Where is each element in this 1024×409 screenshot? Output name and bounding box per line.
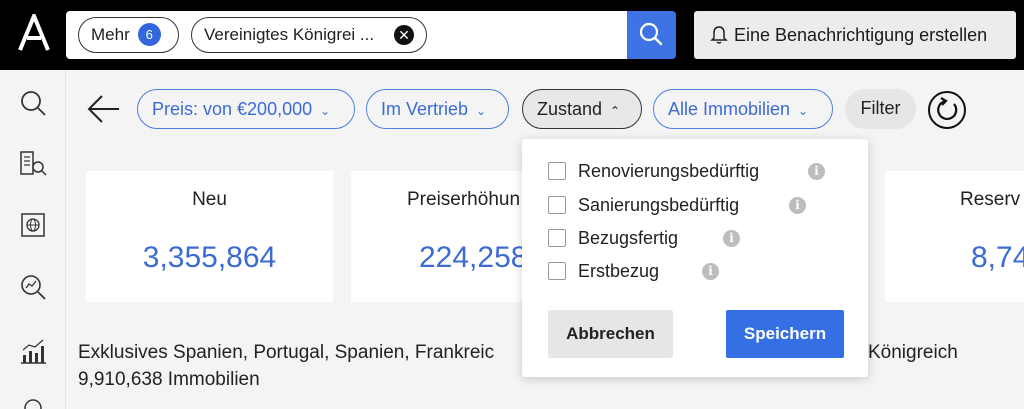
info-icon[interactable]: i xyxy=(723,230,740,247)
filter-property-type-label: Alle Immobilien xyxy=(668,99,791,119)
condition-option-label: Erstbezug xyxy=(578,261,660,281)
chevron-down-icon: ⌄ xyxy=(798,104,809,118)
results-title: Exklusives Spanien, Portugal, Spanien, F… xyxy=(78,342,495,363)
a-logo-icon[interactable] xyxy=(18,14,50,52)
chevron-up-icon: ⌃ xyxy=(610,104,621,118)
bell-icon xyxy=(710,26,728,44)
building-search-icon[interactable] xyxy=(18,148,48,178)
chip-mehr-label: Mehr xyxy=(91,25,130,44)
checkbox[interactable] xyxy=(548,229,566,247)
chip-mehr[interactable]: Mehr 6 xyxy=(78,17,179,53)
chip-country[interactable]: Vereinigtes Königrei ... ✕ xyxy=(191,17,427,53)
create-alert-label: Eine Benachrichtigung erstellen xyxy=(734,25,988,45)
search-icon xyxy=(639,22,663,46)
search-button[interactable] xyxy=(627,11,676,59)
stat-value: 8,74 xyxy=(971,241,1024,274)
create-alert-button[interactable]: Eine Benachrichtigung erstellen xyxy=(694,11,1016,59)
back-arrow-icon[interactable] xyxy=(86,93,122,125)
chevron-down-icon: ⌄ xyxy=(320,104,331,118)
map-pin-icon[interactable] xyxy=(18,396,48,409)
filter-status-label: Im Vertrieb xyxy=(381,99,469,119)
filter-button-label: Filter xyxy=(860,98,901,118)
cancel-button[interactable]: Abbrechen xyxy=(548,310,673,358)
checkbox[interactable] xyxy=(548,162,566,180)
stat-card-new[interactable]: Neu 3,355,864 xyxy=(86,171,333,302)
stat-value: 3,355,864 xyxy=(142,241,277,274)
chip-mehr-count-badge: 6 xyxy=(137,23,161,46)
filter-status[interactable]: Im Vertrieb ⌄ xyxy=(366,89,509,129)
checkbox[interactable] xyxy=(548,196,566,214)
stat-card-reserved[interactable]: Reserv 8,74 xyxy=(885,171,1024,302)
stat-card-price-increase[interactable]: Preiserhöhun 224,258 xyxy=(351,171,551,302)
search-box[interactable]: Mehr 6 Vereinigtes Königrei ... ✕ xyxy=(66,11,627,59)
top-bar: Mehr 6 Vereinigtes Königrei ... ✕ Eine Be… xyxy=(0,0,1024,70)
save-button[interactable]: Speichern xyxy=(726,310,844,358)
filter-price[interactable]: Preis: von €200,000 ⌄ xyxy=(137,89,355,129)
checkbox[interactable] xyxy=(548,262,566,280)
condition-option-label: Bezugsfertig xyxy=(578,228,679,248)
filter-price-label: Preis: von €200,000 xyxy=(152,99,313,119)
chevron-down-icon: ⌄ xyxy=(476,104,487,118)
info-icon[interactable]: i xyxy=(789,197,806,214)
info-icon[interactable]: i xyxy=(808,163,825,180)
filter-condition[interactable]: Zustand ⌃ xyxy=(522,89,642,129)
condition-dropdown: Renovierungsbedürftig i Sanierungsbedürf… xyxy=(522,139,868,377)
condition-option-label: Renovierungsbedürftig xyxy=(578,161,760,181)
stat-label: Neu xyxy=(192,189,227,210)
filter-property-type[interactable]: Alle Immobilien ⌄ xyxy=(653,89,833,129)
bar-chart-icon[interactable] xyxy=(18,336,48,366)
close-icon[interactable]: ✕ xyxy=(394,25,414,45)
globe-document-icon[interactable] xyxy=(18,210,48,240)
search-icon[interactable] xyxy=(18,88,48,118)
stat-label: Reserv xyxy=(960,189,1021,210)
results-title-tail: Königreich xyxy=(868,342,958,363)
chip-country-label: Vereinigtes Königrei ... xyxy=(204,25,375,44)
filter-condition-label: Zustand xyxy=(537,99,603,119)
filter-button[interactable]: Filter xyxy=(845,89,916,129)
results-count: 9,910,638 Immobilien xyxy=(78,369,260,390)
info-icon[interactable]: i xyxy=(702,263,719,280)
condition-option-label: Sanierungsbedürftig xyxy=(578,195,740,215)
sidebar xyxy=(0,70,66,409)
analytics-search-icon[interactable] xyxy=(18,272,48,302)
refresh-icon[interactable] xyxy=(927,90,967,130)
